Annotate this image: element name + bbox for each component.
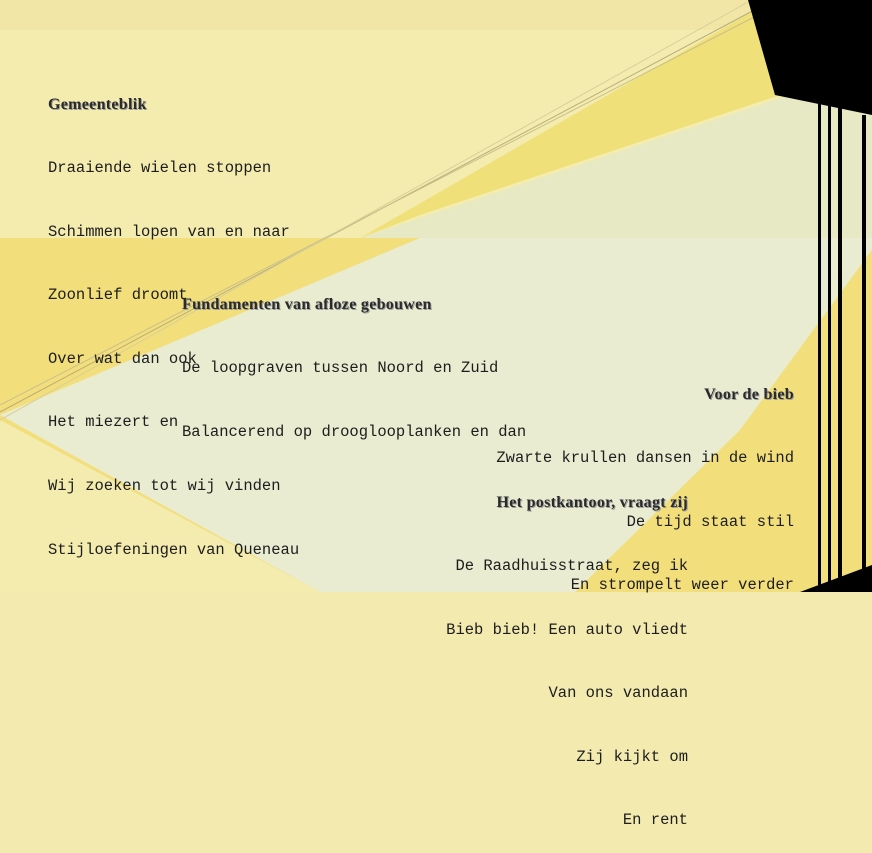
bg-stripe (828, 98, 831, 588)
poem-stanza-fundamenten: Fundamenten van afloze gebouwen De loopg… (182, 252, 526, 464)
stanza-line: Van ons vandaan (548, 684, 688, 703)
bg-stripe (838, 104, 842, 584)
bg-stripe (818, 95, 821, 585)
poem-stanza-postkantoor: Het postkantoor, vraagt zij De Raadhuiss… (446, 450, 688, 853)
stanza-title: Gemeenteblik (48, 96, 147, 114)
bg-stripe (862, 115, 866, 585)
stanza-line: Bieb bieb! Een auto vliedt (446, 620, 688, 639)
stanza-title: Fundamenten van afloze gebouwen (182, 296, 432, 314)
stanza-line: Wij zoeken tot wij vinden (48, 477, 281, 496)
stanza-line: De Raadhuisstraat, zeg ik (455, 557, 688, 576)
stanza-line: Stijloefeningen van Queneau (48, 540, 300, 559)
stanza-title: Het postkantoor, vraagt zij (496, 494, 688, 512)
stanza-line: Schimmen lopen van en naar (48, 222, 290, 241)
stanza-title: Voor de bieb (704, 386, 794, 404)
stanza-line: En rent (622, 811, 688, 830)
stanza-line: Zij kijkt om (576, 747, 688, 766)
stanza-line: Draaiende wielen stoppen (48, 159, 272, 178)
stanza-line: De loopgraven tussen Noord en Zuid (182, 359, 499, 378)
stanza-line: Balancerend op drooglooplanken en dan (182, 422, 527, 441)
